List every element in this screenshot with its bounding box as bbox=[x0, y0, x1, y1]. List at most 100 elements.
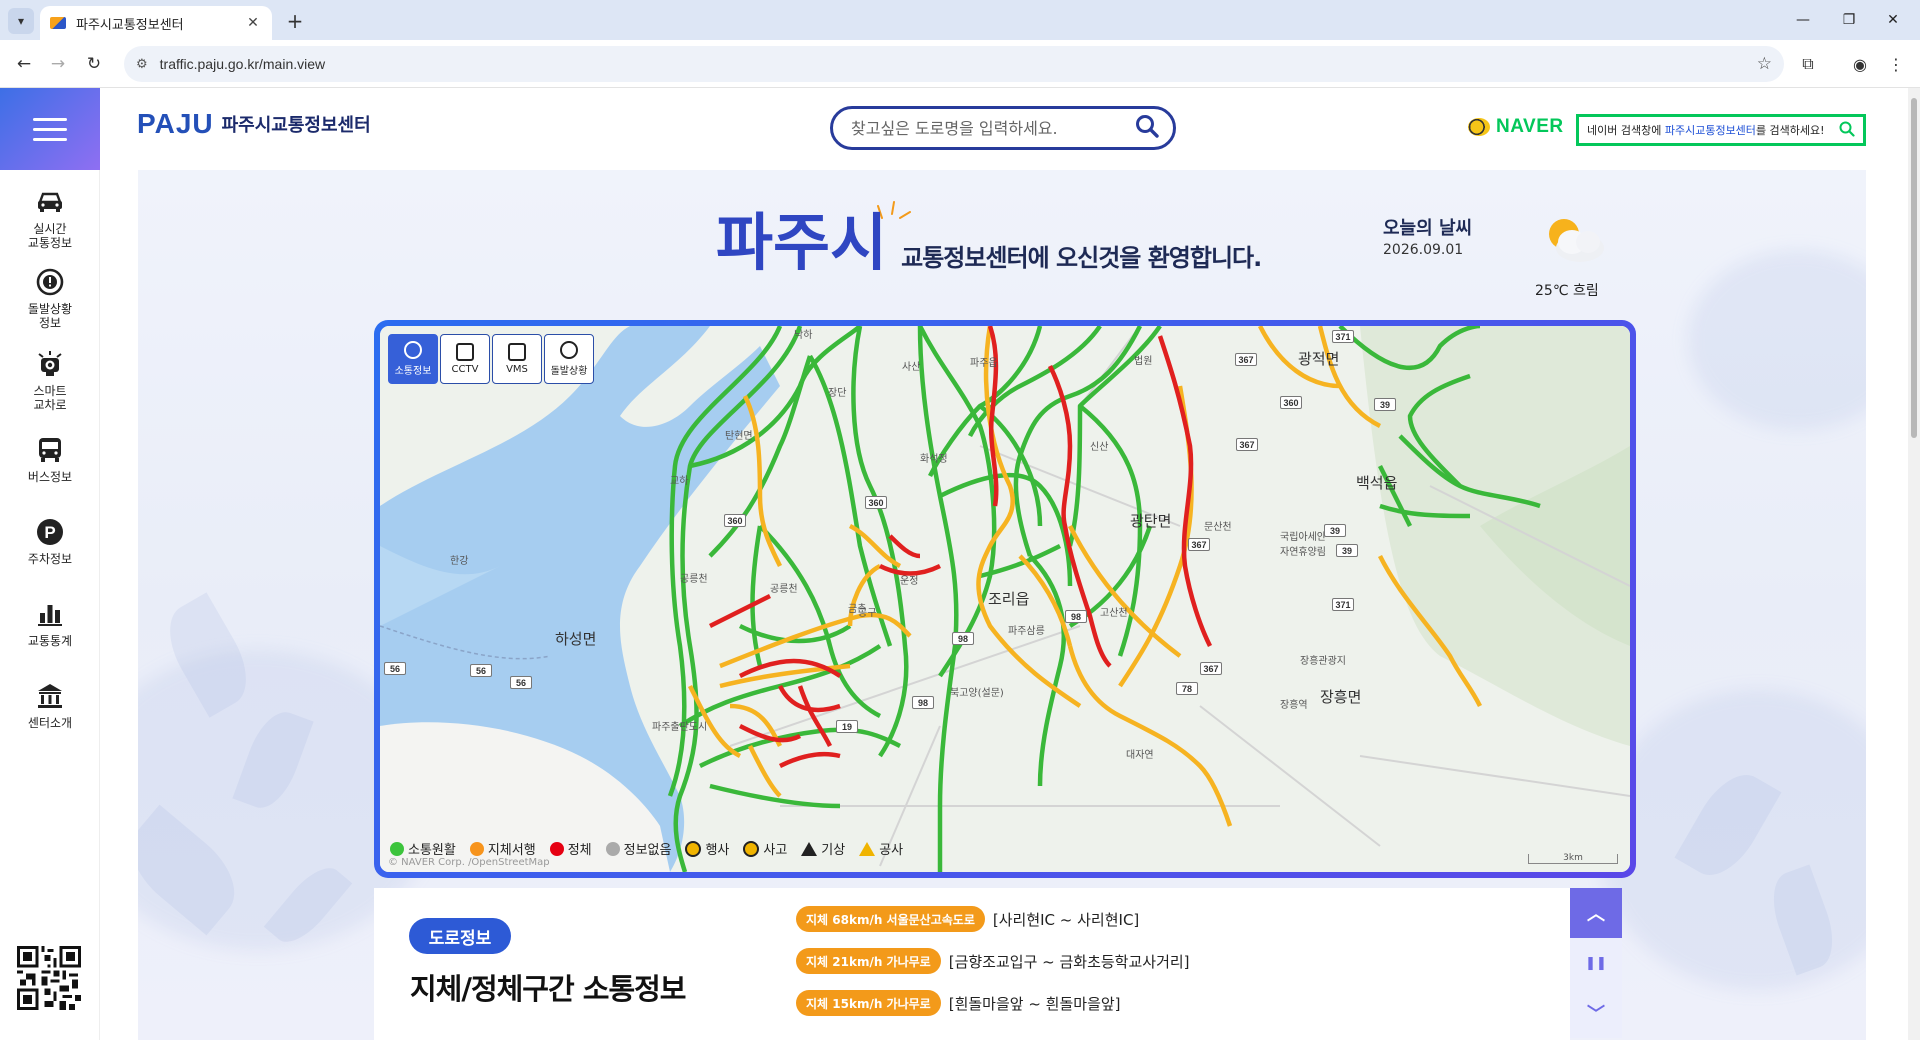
road-number-marker: 98 bbox=[912, 696, 934, 709]
construction-icon bbox=[859, 841, 876, 856]
accident-icon bbox=[743, 840, 760, 857]
orange-dot-icon bbox=[469, 841, 484, 856]
legend-item: 사고 bbox=[743, 839, 787, 858]
sidebar-item-incident[interactable]: 돌발상황 정보 bbox=[0, 268, 100, 330]
qr-code-icon[interactable] bbox=[17, 946, 81, 1010]
road-info-badge: 도로정보 bbox=[409, 918, 511, 954]
red-dot-icon bbox=[549, 841, 564, 856]
green-dot-icon bbox=[390, 841, 404, 856]
road-number-marker: 371 bbox=[1332, 330, 1354, 343]
smart-cross-icon bbox=[35, 350, 65, 378]
sidebar-item-smart-cross[interactable]: 스마트 교차로 bbox=[0, 350, 100, 412]
browser-menu-icon[interactable]: ⋮ bbox=[1884, 52, 1908, 76]
browser-tab[interactable]: 파주시교통정보센터 ✕ bbox=[40, 6, 272, 40]
traffic-map[interactable]: 소통정보 CCTV VMS 돌발상황 하성면 광탄면 조리읍 광적면 백석읍 장… bbox=[380, 326, 1630, 872]
road-number-marker: 360 bbox=[865, 496, 887, 509]
vms-icon bbox=[508, 343, 526, 361]
sidebar-item-statistics[interactable]: 교통통계 bbox=[0, 600, 100, 648]
tab-list-button[interactable]: ▾ bbox=[8, 8, 34, 34]
back-icon[interactable]: ← bbox=[12, 52, 36, 76]
sidebar: 실시간 교통정보 돌발상황 정보 스마트 교차로 버스정보 P 주차정보 교통통… bbox=[0, 88, 100, 1040]
sidebar-item-parking[interactable]: P 주차정보 bbox=[0, 518, 100, 566]
map-label: 화석정 bbox=[920, 454, 948, 465]
profile-icon[interactable]: ◉ bbox=[1848, 52, 1872, 76]
logo-text: PAJU bbox=[137, 108, 214, 139]
extensions-icon[interactable]: ⧉ bbox=[1796, 52, 1820, 76]
road-info-row[interactable]: 지체 15km/h 가나무로 [흰돌마을앞 ~ 흰돌마을앞] bbox=[796, 990, 1121, 1016]
road-number-marker: 39 bbox=[1374, 398, 1396, 411]
scrollbar-thumb[interactable] bbox=[1911, 98, 1917, 438]
naver-wordmark: NAVER bbox=[1496, 116, 1564, 137]
sidebar-item-bus[interactable]: 버스정보 bbox=[0, 436, 100, 484]
scroll-down-button[interactable]: ﹀ bbox=[1570, 988, 1622, 1038]
bookmark-star-icon[interactable]: ☆ bbox=[1757, 54, 1772, 74]
map-label: 신산 bbox=[1090, 442, 1109, 453]
road-number-marker: 39 bbox=[1324, 524, 1346, 537]
road-number-marker: 360 bbox=[724, 514, 746, 527]
road-number-marker: 19 bbox=[836, 720, 858, 733]
parking-icon: P bbox=[35, 518, 65, 546]
bus-icon bbox=[35, 436, 65, 464]
map-legend: 소통원활 지체서행 정체 정보없음 행사 사고 기상 공사 bbox=[390, 839, 903, 858]
welcome-city: 파주시 bbox=[716, 206, 888, 279]
map-tool-cctv[interactable]: CCTV bbox=[440, 334, 490, 384]
forward-icon[interactable]: → bbox=[46, 52, 70, 76]
new-tab-button[interactable]: + bbox=[282, 8, 308, 34]
sidebar-item-about[interactable]: 센터소개 bbox=[0, 682, 100, 730]
site-name: 파주시교통정보센터 bbox=[221, 115, 371, 136]
delay-pill: 지체 15km/h 가나무로 bbox=[796, 990, 941, 1016]
sidebar-item-label: 센터소개 bbox=[27, 716, 73, 730]
tab-close-icon[interactable]: ✕ bbox=[244, 15, 262, 31]
map-label: 대자연 bbox=[1126, 750, 1154, 761]
close-window-icon[interactable]: ✕ bbox=[1866, 0, 1920, 40]
hamburger-menu-button[interactable] bbox=[0, 88, 100, 170]
road-search-input[interactable] bbox=[851, 118, 1135, 138]
address-bar: ← → ↻ ⚙ traffic.paju.go.kr/main.view ☆ ⧉… bbox=[0, 40, 1920, 88]
map-label: 문산천 bbox=[1204, 522, 1232, 533]
page-scrollbar[interactable] bbox=[1908, 88, 1920, 1040]
site-logo[interactable]: PAJU 파주시교통정보센터 bbox=[137, 108, 371, 140]
legend-item: 기상 bbox=[801, 839, 845, 858]
road-number-marker: 56 bbox=[384, 662, 406, 675]
legend-item: 행사 bbox=[685, 839, 729, 858]
map-label: 조리읍 bbox=[988, 590, 1030, 608]
legend-item: 정보없음 bbox=[605, 839, 671, 858]
legend-item: 공사 bbox=[859, 839, 903, 858]
map-label: 북고양(설문) bbox=[950, 688, 1004, 699]
scroll-up-button[interactable]: ︿ bbox=[1570, 888, 1622, 938]
sidebar-item-label: 버스정보 bbox=[27, 470, 73, 484]
search-icon[interactable] bbox=[1135, 114, 1159, 142]
sidebar-item-label: 실시간 교통정보 bbox=[27, 222, 73, 250]
alert-icon bbox=[35, 268, 65, 296]
sidebar-item-realtime[interactable]: 실시간 교통정보 bbox=[0, 188, 100, 250]
site-info-icon[interactable]: ⚙ bbox=[136, 57, 148, 72]
weather-temperature: 25℃ 흐림 bbox=[1535, 283, 1599, 299]
map-label: 법원 bbox=[1134, 356, 1153, 367]
map-copyright: © NAVER Corp. /OpenStreetMap bbox=[388, 857, 550, 868]
delay-pill: 지체 68km/h 서울문산고속도로 bbox=[796, 906, 985, 932]
map-tool-incident[interactable]: 돌발상황 bbox=[544, 334, 594, 384]
map-tool-vms[interactable]: VMS bbox=[492, 334, 542, 384]
road-number-marker: 367 bbox=[1200, 662, 1222, 675]
road-section: [사리현IC ~ 사리현IC] bbox=[992, 910, 1140, 929]
map-label: 교하 bbox=[670, 476, 689, 487]
map-tool-traffic[interactable]: 소통정보 bbox=[388, 334, 438, 384]
url-field[interactable]: ⚙ traffic.paju.go.kr/main.view ☆ bbox=[124, 46, 1784, 82]
legend-item: 정체 bbox=[549, 839, 592, 858]
svg-text:P: P bbox=[44, 523, 55, 542]
naver-search-banner[interactable]: 네이버 검색창에 파주시교통정보센터를 검색하세요! bbox=[1576, 114, 1866, 146]
road-number-marker: 367 bbox=[1235, 353, 1257, 366]
road-info-row[interactable]: 지체 68km/h 서울문산고속도로 [사리현IC ~ 사리현IC] bbox=[796, 906, 1139, 932]
road-section: [흰돌마을앞 ~ 흰돌마을앞] bbox=[948, 994, 1121, 1013]
road-number-marker: 56 bbox=[470, 664, 492, 677]
map-label: 운정 bbox=[900, 576, 919, 587]
map-label: 탄현면 bbox=[725, 431, 753, 442]
pause-button[interactable]: ❚❚ bbox=[1570, 938, 1622, 988]
incident-icon bbox=[560, 341, 578, 359]
road-number-marker: 78 bbox=[1176, 682, 1198, 695]
road-info-row[interactable]: 지체 21km/h 가나무로 [금향조교입구 ~ 금화초등학교사거리] bbox=[796, 948, 1190, 974]
road-section: [금향조교입구 ~ 금화초등학교사거리] bbox=[948, 952, 1190, 971]
road-info-panel: 도로정보 지체/정체구간 소통정보 지체 68km/h 서울문산고속도로 [사리… bbox=[374, 888, 1570, 1040]
road-search-box bbox=[830, 106, 1176, 150]
reload-icon[interactable]: ↻ bbox=[82, 52, 106, 76]
